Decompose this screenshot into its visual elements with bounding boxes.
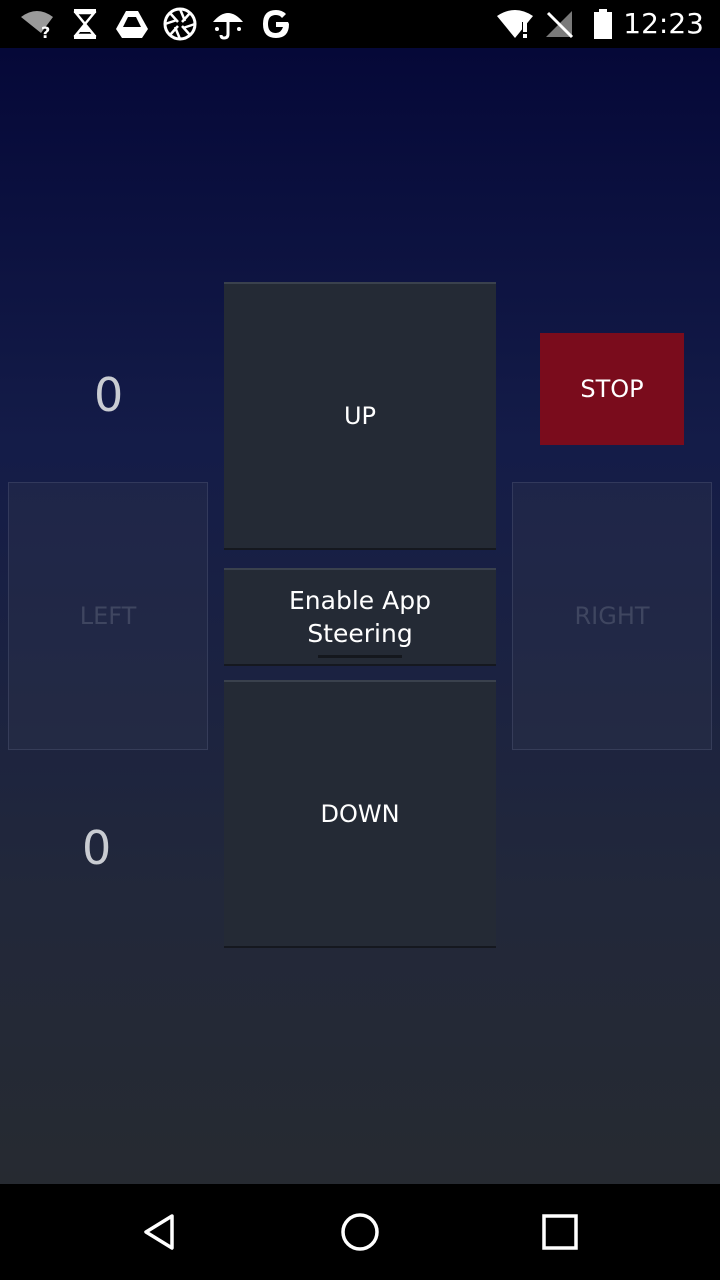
aperture-icon	[162, 7, 198, 41]
left-button[interactable]: LEFT	[8, 482, 208, 750]
svg-text:?: ?	[41, 23, 50, 39]
down-button[interactable]: DOWN	[224, 680, 496, 948]
up-button-label: UP	[343, 402, 377, 430]
recents-icon[interactable]	[500, 1184, 620, 1280]
counter-bottom: 0	[82, 821, 112, 875]
wifi-question-icon: ?	[18, 8, 56, 40]
status-bar: ? 12:23	[0, 0, 720, 48]
enable-app-steering-label: Enable App Steering	[289, 586, 431, 648]
up-button[interactable]: UP	[224, 282, 496, 550]
home-icon[interactable]	[300, 1184, 420, 1280]
app-content: 0 UP STOP LEFT RIGHT Enable App Steering…	[0, 48, 720, 1184]
no-signal-icon	[542, 8, 576, 40]
right-button[interactable]: RIGHT	[512, 482, 712, 750]
enable-app-steering-button[interactable]: Enable App Steering	[224, 568, 496, 666]
status-time: 12:23	[623, 7, 704, 40]
drive-icon	[114, 8, 150, 40]
hourglass-icon	[70, 8, 100, 40]
left-button-label: LEFT	[79, 602, 137, 630]
stop-button[interactable]: STOP	[540, 333, 684, 445]
stop-button-label: STOP	[580, 375, 644, 403]
battery-icon	[590, 8, 616, 40]
toggle-indicator	[318, 655, 402, 658]
back-icon[interactable]	[100, 1184, 220, 1280]
wifi-alert-icon	[494, 8, 536, 40]
umbrella-icon	[210, 8, 246, 40]
down-button-label: DOWN	[320, 800, 400, 828]
navigation-bar	[0, 1184, 720, 1280]
right-button-label: RIGHT	[574, 602, 650, 630]
google-icon	[258, 8, 294, 40]
counter-top: 0	[94, 368, 124, 422]
